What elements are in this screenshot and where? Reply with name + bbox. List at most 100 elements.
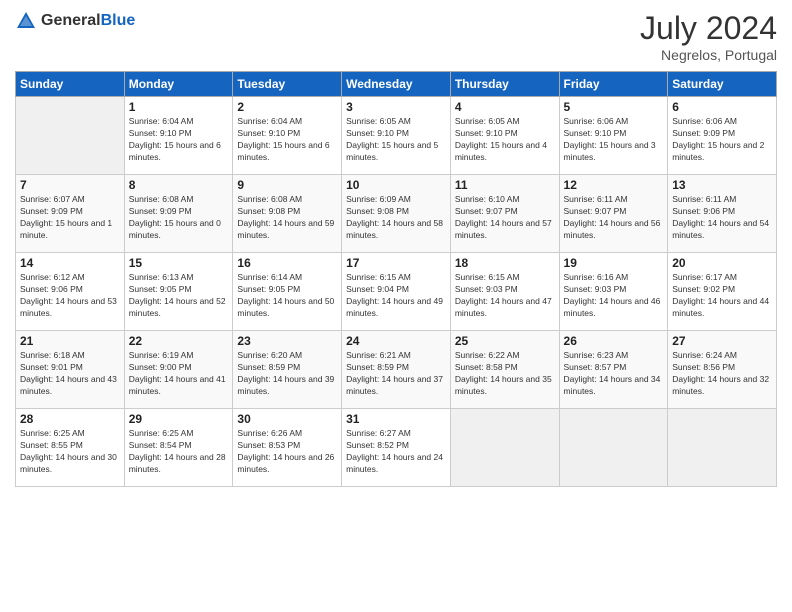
- day-number: 22: [129, 334, 229, 348]
- logo-icon: [15, 10, 37, 32]
- day-number: 30: [237, 412, 337, 426]
- week-row: 21 Sunrise: 6:18 AMSunset: 9:01 PMDayligh…: [16, 331, 777, 409]
- calendar-container: General Blue July 2024 Negrelos, Portuga…: [0, 0, 792, 612]
- day-number: 29: [129, 412, 229, 426]
- day-number: 26: [564, 334, 664, 348]
- day-number: 28: [20, 412, 120, 426]
- day-cell: 22 Sunrise: 6:19 AMSunset: 9:00 PMDayligh…: [124, 331, 233, 409]
- day-cell: [450, 409, 559, 487]
- week-row: 28 Sunrise: 6:25 AMSunset: 8:55 PMDayligh…: [16, 409, 777, 487]
- day-cell: 5Sunrise: 6:06 AMSunset: 9:10 PMDaylight…: [559, 97, 668, 175]
- day-info: Sunrise: 6:14 AMSunset: 9:05 PMDaylight:…: [237, 272, 337, 320]
- day-info: Sunrise: 6:08 AMSunset: 9:09 PMDaylight:…: [129, 194, 229, 242]
- col-wednesday: Wednesday: [342, 72, 451, 97]
- day-info: Sunrise: 6:09 AMSunset: 9:08 PMDaylight:…: [346, 194, 446, 242]
- header-row: Sunday Monday Tuesday Wednesday Thursday…: [16, 72, 777, 97]
- day-info: Sunrise: 6:25 AMSunset: 8:54 PMDaylight:…: [129, 428, 229, 476]
- logo-general: General: [41, 12, 101, 30]
- day-info: Sunrise: 6:18 AMSunset: 9:01 PMDaylight:…: [20, 350, 120, 398]
- header: General Blue July 2024 Negrelos, Portuga…: [15, 10, 777, 63]
- day-cell: 27Sunrise: 6:24 AMSunset: 8:56 PMDayligh…: [668, 331, 777, 409]
- day-cell: 25 Sunrise: 6:22 AMSunset: 8:58 PMDayligh…: [450, 331, 559, 409]
- day-cell: [668, 409, 777, 487]
- title-area: July 2024 Negrelos, Portugal: [640, 10, 777, 63]
- day-cell: 15 Sunrise: 6:13 AMSunset: 9:05 PMDayligh…: [124, 253, 233, 331]
- day-number: 12: [564, 178, 664, 192]
- day-number: 23: [237, 334, 337, 348]
- col-saturday: Saturday: [668, 72, 777, 97]
- day-info: Sunrise: 6:04 AMSunset: 9:10 PMDaylight:…: [237, 116, 337, 164]
- day-cell: 20Sunrise: 6:17 AMSunset: 9:02 PMDayligh…: [668, 253, 777, 331]
- col-sunday: Sunday: [16, 72, 125, 97]
- day-cell: [16, 97, 125, 175]
- day-number: 13: [672, 178, 772, 192]
- day-number: 9: [237, 178, 337, 192]
- day-number: 8: [129, 178, 229, 192]
- day-cell: 29 Sunrise: 6:25 AMSunset: 8:54 PMDayligh…: [124, 409, 233, 487]
- day-info: Sunrise: 6:06 AMSunset: 9:09 PMDaylight:…: [672, 116, 772, 164]
- day-cell: 13 Sunrise: 6:11 AMSunset: 9:06 PMDayligh…: [668, 175, 777, 253]
- col-thursday: Thursday: [450, 72, 559, 97]
- day-number: 16: [237, 256, 337, 270]
- day-cell: 2Sunrise: 6:04 AMSunset: 9:10 PMDaylight…: [233, 97, 342, 175]
- calendar-table: Sunday Monday Tuesday Wednesday Thursday…: [15, 71, 777, 487]
- day-number: 19: [564, 256, 664, 270]
- day-info: Sunrise: 6:10 AMSunset: 9:07 PMDaylight:…: [455, 194, 555, 242]
- day-info: Sunrise: 6:13 AMSunset: 9:05 PMDaylight:…: [129, 272, 229, 320]
- week-row: 14 Sunrise: 6:12 AMSunset: 9:06 PMDayligh…: [16, 253, 777, 331]
- day-info: Sunrise: 6:27 AMSunset: 8:52 PMDaylight:…: [346, 428, 446, 476]
- day-cell: 17Sunrise: 6:15 AMSunset: 9:04 PMDayligh…: [342, 253, 451, 331]
- day-cell: [559, 409, 668, 487]
- day-number: 17: [346, 256, 446, 270]
- day-number: 25: [455, 334, 555, 348]
- day-number: 21: [20, 334, 120, 348]
- day-cell: 16 Sunrise: 6:14 AMSunset: 9:05 PMDayligh…: [233, 253, 342, 331]
- day-info: Sunrise: 6:24 AMSunset: 8:56 PMDaylight:…: [672, 350, 772, 398]
- day-info: Sunrise: 6:11 AMSunset: 9:06 PMDaylight:…: [672, 194, 772, 242]
- day-number: 3: [346, 100, 446, 114]
- day-cell: 21 Sunrise: 6:18 AMSunset: 9:01 PMDayligh…: [16, 331, 125, 409]
- day-info: Sunrise: 6:21 AMSunset: 8:59 PMDaylight:…: [346, 350, 446, 398]
- day-info: Sunrise: 6:17 AMSunset: 9:02 PMDaylight:…: [672, 272, 772, 320]
- day-info: Sunrise: 6:19 AMSunset: 9:00 PMDaylight:…: [129, 350, 229, 398]
- logo-text: General Blue: [41, 12, 135, 30]
- day-cell: 26Sunrise: 6:23 AMSunset: 8:57 PMDayligh…: [559, 331, 668, 409]
- day-number: 15: [129, 256, 229, 270]
- day-info: Sunrise: 6:05 AMSunset: 9:10 PMDaylight:…: [346, 116, 446, 164]
- day-cell: 3 Sunrise: 6:05 AMSunset: 9:10 PMDaylight…: [342, 97, 451, 175]
- month-year: July 2024: [640, 10, 777, 47]
- day-number: 6: [672, 100, 772, 114]
- day-cell: 6 Sunrise: 6:06 AMSunset: 9:09 PMDaylight…: [668, 97, 777, 175]
- day-number: 10: [346, 178, 446, 192]
- day-number: 14: [20, 256, 120, 270]
- day-cell: 31Sunrise: 6:27 AMSunset: 8:52 PMDayligh…: [342, 409, 451, 487]
- day-number: 11: [455, 178, 555, 192]
- day-info: Sunrise: 6:07 AMSunset: 9:09 PMDaylight:…: [20, 194, 120, 242]
- day-cell: 9 Sunrise: 6:08 AMSunset: 9:08 PMDaylight…: [233, 175, 342, 253]
- day-cell: 23 Sunrise: 6:20 AMSunset: 8:59 PMDayligh…: [233, 331, 342, 409]
- week-row: 1Sunrise: 6:04 AMSunset: 9:10 PMDaylight…: [16, 97, 777, 175]
- day-cell: 24 Sunrise: 6:21 AMSunset: 8:59 PMDayligh…: [342, 331, 451, 409]
- day-cell: 7Sunrise: 6:07 AMSunset: 9:09 PMDaylight…: [16, 175, 125, 253]
- day-info: Sunrise: 6:08 AMSunset: 9:08 PMDaylight:…: [237, 194, 337, 242]
- day-cell: 11 Sunrise: 6:10 AMSunset: 9:07 PMDayligh…: [450, 175, 559, 253]
- logo-blue: Blue: [101, 12, 136, 30]
- col-friday: Friday: [559, 72, 668, 97]
- day-info: Sunrise: 6:12 AMSunset: 9:06 PMDaylight:…: [20, 272, 120, 320]
- col-monday: Monday: [124, 72, 233, 97]
- day-number: 24: [346, 334, 446, 348]
- day-info: Sunrise: 6:15 AMSunset: 9:03 PMDaylight:…: [455, 272, 555, 320]
- day-cell: 14 Sunrise: 6:12 AMSunset: 9:06 PMDayligh…: [16, 253, 125, 331]
- day-info: Sunrise: 6:25 AMSunset: 8:55 PMDaylight:…: [20, 428, 120, 476]
- col-tuesday: Tuesday: [233, 72, 342, 97]
- location: Negrelos, Portugal: [640, 47, 777, 63]
- day-info: Sunrise: 6:05 AMSunset: 9:10 PMDaylight:…: [455, 116, 555, 164]
- day-cell: 1Sunrise: 6:04 AMSunset: 9:10 PMDaylight…: [124, 97, 233, 175]
- day-number: 18: [455, 256, 555, 270]
- logo: General Blue: [15, 10, 135, 32]
- day-info: Sunrise: 6:04 AMSunset: 9:10 PMDaylight:…: [129, 116, 229, 164]
- day-cell: 10 Sunrise: 6:09 AMSunset: 9:08 PMDayligh…: [342, 175, 451, 253]
- day-cell: 19Sunrise: 6:16 AMSunset: 9:03 PMDayligh…: [559, 253, 668, 331]
- day-info: Sunrise: 6:20 AMSunset: 8:59 PMDaylight:…: [237, 350, 337, 398]
- day-info: Sunrise: 6:22 AMSunset: 8:58 PMDaylight:…: [455, 350, 555, 398]
